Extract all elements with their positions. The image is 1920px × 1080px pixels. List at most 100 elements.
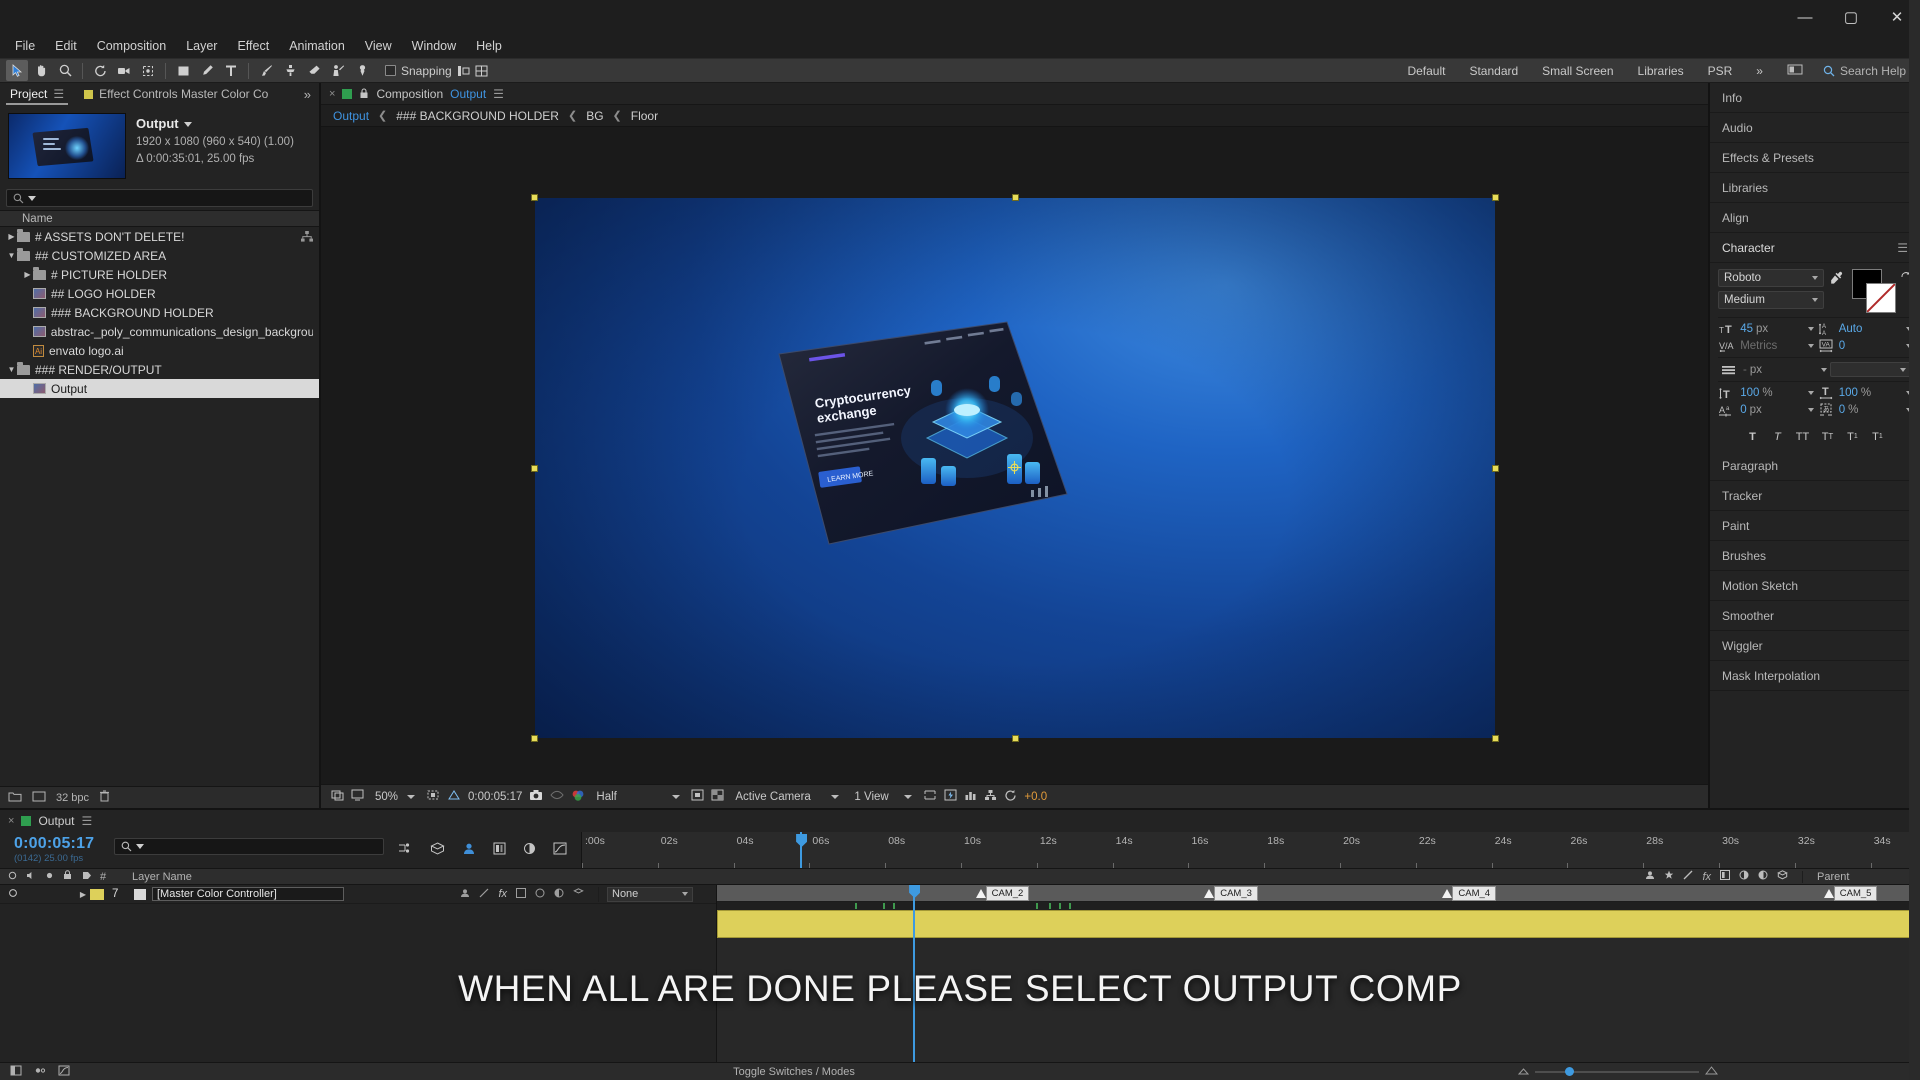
keyframe-marker[interactable] — [1069, 903, 1072, 909]
timeline-search-input[interactable] — [114, 838, 384, 855]
baseline-shift-field[interactable]: 0 px — [1740, 404, 1814, 416]
timeline-ruler[interactable]: :00s 02s 04s 06s 08s 10s 12s 14s 16s 18s 20s 22s 24s… — [581, 832, 1920, 868]
region-of-interest-icon[interactable] — [426, 789, 440, 804]
keyframe-marker[interactable] — [892, 903, 895, 909]
shape-tool-icon[interactable] — [172, 60, 194, 81]
selection-handle-tc[interactable] — [1012, 194, 1019, 201]
expand-layer-pane-icon[interactable] — [10, 1065, 22, 1079]
switch-quality-icon[interactable] — [1683, 870, 1693, 883]
selection-handle-mr[interactable] — [1492, 465, 1499, 472]
panel-mask-interpolation[interactable]: Mask Interpolation — [1710, 661, 1920, 691]
maximize-button[interactable]: ▢ — [1828, 0, 1874, 34]
font-style-select[interactable]: Medium — [1718, 291, 1824, 309]
selection-handle-tl[interactable] — [531, 194, 538, 201]
grid-icon[interactable] — [475, 65, 488, 77]
table-row[interactable]: ▶ 7 [Master Color Controller] fx None — [0, 885, 716, 904]
project-list-item[interactable]: abstrac-_poly_communications_design_back… — [0, 322, 319, 341]
composition-tab-name[interactable]: Output — [450, 87, 486, 101]
menu-effect[interactable]: Effect — [228, 36, 278, 56]
camera-marker[interactable]: CAM_4 — [1442, 886, 1497, 901]
solo-toggle-icon[interactable] — [45, 871, 54, 883]
snapping-toggle[interactable]: Snapping — [385, 64, 488, 78]
selection-handle-bl[interactable] — [531, 735, 538, 742]
draft-3d-icon[interactable] — [430, 842, 445, 858]
panel-menu-icon[interactable]: ☰ — [1897, 241, 1908, 255]
workspace-overflow-icon[interactable]: » — [1744, 60, 1775, 82]
layer-disclosure-icon[interactable]: ▶ — [80, 890, 86, 899]
delete-icon[interactable] — [99, 790, 110, 805]
project-list-item[interactable]: ▼ ### RENDER/OUTPUT — [0, 360, 319, 379]
type-tool-icon[interactable] — [220, 60, 242, 81]
breadcrumb-item-floor[interactable]: Floor — [631, 109, 658, 123]
workspace-libraries[interactable]: Libraries — [1626, 60, 1696, 82]
switch-frame-blend-icon[interactable] — [1720, 870, 1730, 883]
graph-editor-toggle-icon[interactable] — [58, 1065, 70, 1079]
subscript-button[interactable]: T1 — [1867, 428, 1888, 445]
menu-view[interactable]: View — [356, 36, 401, 56]
layer-switch-frame-blend-icon[interactable] — [516, 887, 526, 901]
font-family-select[interactable]: Roboto — [1718, 269, 1824, 287]
panel-tracker[interactable]: Tracker — [1710, 481, 1920, 511]
faux-italic-button[interactable]: T — [1767, 428, 1788, 445]
chevron-down-icon[interactable] — [1807, 344, 1814, 348]
chevron-down-icon[interactable] — [183, 121, 192, 127]
switch-motion-blur-icon[interactable] — [1739, 870, 1749, 883]
chevron-down-icon[interactable] — [1807, 391, 1814, 395]
switch-3d-layer-icon[interactable] — [1777, 870, 1788, 883]
resolution-select[interactable]: Half — [592, 790, 684, 804]
workspace-standard[interactable]: Standard — [1457, 60, 1530, 82]
timeline-scrollbar[interactable] — [1909, 0, 1920, 1080]
layer-switch-3d-icon[interactable] — [573, 887, 584, 901]
tab-project[interactable]: Project ☰ — [0, 83, 74, 105]
transparency-grid-icon[interactable] — [447, 789, 461, 804]
channel-icon[interactable] — [571, 789, 585, 805]
lock-toggle-icon[interactable] — [63, 870, 72, 883]
search-dropdown-icon[interactable] — [136, 844, 144, 849]
zoom-tool-icon[interactable] — [54, 60, 76, 81]
layer-switch-effects-icon[interactable]: fx — [498, 888, 507, 900]
keyframe-marker[interactable] — [1035, 903, 1038, 909]
selection-handle-ml[interactable] — [531, 465, 538, 472]
kerning-field[interactable]: Metrics — [1740, 340, 1814, 352]
pixel-aspect-icon[interactable] — [923, 789, 937, 804]
faux-bold-button[interactable]: T — [1742, 428, 1763, 445]
layer-switch-motion-blur-icon[interactable] — [535, 888, 545, 901]
toggle-transparency-icon[interactable] — [711, 789, 724, 804]
region-interest-toggle-icon[interactable] — [691, 789, 704, 804]
search-help-box[interactable]: Search Help — [1815, 64, 1914, 78]
zoom-level-select[interactable]: 50% — [371, 790, 419, 804]
workspace-edit-icon[interactable] — [1775, 59, 1815, 82]
timeline-zoom-slider[interactable] — [1517, 1065, 1719, 1078]
layer-switch-quality-icon[interactable] — [479, 888, 489, 901]
breadcrumb-item-bg[interactable]: BG — [586, 109, 603, 123]
camera-marker[interactable]: CAM_3 — [1204, 886, 1258, 901]
menu-edit[interactable]: Edit — [46, 36, 86, 56]
panel-character-header[interactable]: Character ☰ — [1710, 233, 1920, 263]
show-snapshot-icon[interactable] — [550, 789, 564, 804]
timeline-track-area[interactable]: CAM_2 CAM_3 CAM_4 CAM_5 — [717, 885, 1920, 1062]
panel-audio[interactable]: Audio — [1710, 113, 1920, 143]
color-depth-label[interactable]: 32 bpc — [56, 792, 89, 804]
eraser-tool-icon[interactable] — [303, 60, 325, 81]
panel-paint[interactable]: Paint — [1710, 511, 1920, 541]
keyframe-marker[interactable] — [855, 903, 858, 909]
panel-paragraph[interactable]: Paragraph — [1710, 451, 1920, 481]
anchor-point-icon[interactable] — [1008, 461, 1021, 474]
fill-stroke-swatches[interactable] — [1846, 269, 1898, 313]
layer-switch-shy-icon[interactable] — [460, 888, 470, 901]
snapshot-icon[interactable] — [529, 789, 543, 804]
main-viewer-icon[interactable] — [351, 789, 364, 804]
anchor-point-tool-icon[interactable] — [137, 60, 159, 81]
workspace-small-screen[interactable]: Small Screen — [1530, 60, 1625, 82]
zoom-slider-thumb[interactable] — [1564, 1066, 1574, 1076]
roto-brush-tool-icon[interactable] — [327, 60, 349, 81]
project-list-item[interactable]: ▶ # ASSETS DON'T DELETE! — [0, 227, 319, 246]
selection-handle-br[interactable] — [1492, 735, 1499, 742]
menu-window[interactable]: Window — [403, 36, 465, 56]
zoom-in-icon[interactable] — [1704, 1065, 1719, 1078]
zoom-out-icon[interactable] — [1517, 1066, 1530, 1078]
video-toggle-icon[interactable] — [8, 871, 17, 883]
close-tab-icon[interactable]: × — [329, 88, 335, 100]
stroke-style-select[interactable] — [1830, 362, 1912, 377]
viewer-time-value[interactable]: 0:00:05:17 — [468, 791, 522, 803]
